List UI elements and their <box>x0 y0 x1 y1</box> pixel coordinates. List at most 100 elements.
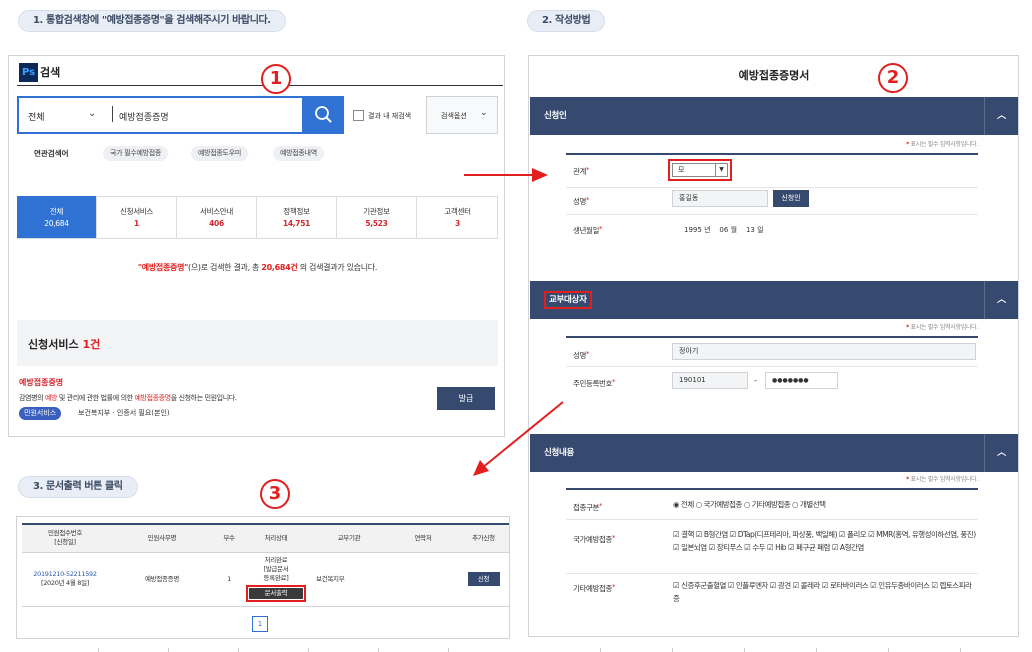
arrow-to-form-icon <box>464 168 548 182</box>
col-add: 추가신청 <box>458 523 509 553</box>
related-tag[interactable]: 예방접종도우미 <box>191 146 248 161</box>
applicant-button[interactable]: 신청인 <box>773 190 809 207</box>
divider-mark <box>672 648 673 652</box>
row-divider <box>566 187 978 188</box>
tab-service-guide[interactable]: 서비스안내 406 <box>177 196 257 238</box>
row-divider <box>566 214 978 215</box>
service-cell: 예방접종증명 <box>108 552 216 607</box>
target-name-label: 성명* <box>573 350 590 360</box>
tab-label: 기관정보 <box>363 207 390 216</box>
name-label: 성명* <box>573 196 590 206</box>
applicant-name-field[interactable]: 홍길동 <box>672 190 768 207</box>
search-options-label: 검색옵션 <box>441 112 467 120</box>
tab-count: 5,523 <box>365 219 388 228</box>
required-note: * 표시는 필수 입력사항입니다. <box>906 476 978 483</box>
tab-count: 3 <box>455 219 460 228</box>
col-agency: 교부기관 <box>310 523 388 553</box>
page-number[interactable]: 1 <box>252 616 268 632</box>
results-table: 민원접수번호 [신청일] 민원사무명 부수 처리상태 교부기관 연락처 추가신청… <box>22 523 509 607</box>
row-divider <box>566 366 978 367</box>
col-contact: 연락처 <box>388 523 458 553</box>
result-mid: (으)로 검색한 결과, 총 <box>188 263 262 272</box>
service-item-title[interactable]: 예방접종증명 <box>19 377 63 388</box>
rrn-label: 주민등록번호* <box>573 378 616 388</box>
other-checkbox-group[interactable]: ☑ 신증후군출혈열 ☑ 인플루엔자 ☑ 광견 ☑ 콜레라 ☑ 로타바이러스 ☑ … <box>673 579 977 605</box>
content-header[interactable]: 신청내용 ︿ <box>530 434 1018 472</box>
relation-select[interactable]: 모 ▼ <box>672 163 728 177</box>
related-tag[interactable]: 국가 필수예방접종 <box>103 146 169 161</box>
print-highlight: 문서출력 <box>246 585 306 602</box>
collapse-icon[interactable]: ︿ <box>984 97 1018 135</box>
search-button[interactable] <box>302 96 344 134</box>
status-text: 처리완료 [발급문서 등록완료] <box>263 556 289 582</box>
collapse-icon[interactable]: ︿ <box>984 281 1018 319</box>
title-divider <box>17 85 503 86</box>
divider-mark <box>744 648 745 652</box>
row-divider <box>566 519 978 520</box>
row-divider <box>566 573 978 574</box>
add-apply-button[interactable]: 신청 <box>467 572 500 586</box>
tab-label: 전체 <box>49 207 64 216</box>
type-label: 접종구분* <box>573 502 603 512</box>
ps-logo-icon: Ps <box>19 63 38 82</box>
receipt-cell: 20191210-52211592 [2020년 4월 8일] <box>22 552 108 607</box>
divider-mark <box>98 648 99 652</box>
tab-count: 14,751 <box>282 219 311 228</box>
rrn-back-field[interactable]: ●●●●●●● <box>765 372 838 389</box>
step2-label: 2. 작성방법 <box>527 10 606 32</box>
applicant-header[interactable]: 신청인 ︿ <box>530 97 1018 135</box>
divider-mark <box>448 648 449 652</box>
divider-mark <box>238 648 239 652</box>
rrn-front-field[interactable]: 190101 <box>672 372 748 389</box>
marker-3: 3 <box>260 479 290 509</box>
birth-label: 생년월일* <box>573 225 603 235</box>
divider-mark <box>168 648 169 652</box>
type-radio-group[interactable]: ◉ 전체 ○ 국가예방접종 ○ 기타예방접종 ○ 개별선택 <box>673 498 826 511</box>
agency-cell: 보건복지부 <box>310 552 388 607</box>
status-cell: 처리완료 [발급문서 등록완료] 문서출력 <box>242 552 310 607</box>
in-result-checkbox[interactable] <box>353 110 364 121</box>
search-options-button[interactable]: 검색옵션 ⌄ <box>426 96 498 134</box>
scope-divider <box>112 106 113 122</box>
tab-agency[interactable]: 기관정보 5,523 <box>337 196 417 238</box>
in-result-label: 결과 내 재검색 <box>368 112 412 120</box>
target-divider <box>566 336 978 338</box>
form-title: 예방접종증명서 <box>738 69 810 82</box>
receipt-link[interactable]: 20191210-52211592 <box>22 570 108 579</box>
related-label: 연관검색어 <box>34 149 69 158</box>
chevron-down-icon: ⌄ <box>480 108 488 118</box>
divider-mark <box>960 648 961 652</box>
add-cell: 신청 <box>458 552 509 607</box>
tab-all[interactable]: 전체 20,684 <box>17 196 97 238</box>
tab-policy[interactable]: 정책정보 14,751 <box>257 196 337 238</box>
contact-cell <box>388 552 458 607</box>
other-label: 기타예방접종* <box>573 583 616 593</box>
rrn-dash: - <box>754 376 757 385</box>
table-row: 20191210-52211592 [2020년 4월 8일] 예방접종증명 1 … <box>22 552 509 607</box>
divider-mark <box>600 648 601 652</box>
result-count: 20,684건 <box>261 263 298 272</box>
divider-mark <box>308 648 309 652</box>
target-header[interactable]: 교부대상자 ︿ <box>530 281 1018 319</box>
collapse-icon[interactable]: ︿ <box>984 434 1018 472</box>
service-badge: 민원서비스 <box>19 407 62 420</box>
divider-mark <box>888 648 889 652</box>
national-checkbox-group[interactable]: ☑ 결핵 ☑ B형간염 ☑ DTap(디프테리아, 파상풍, 백일해) ☑ 폴리… <box>673 528 977 554</box>
print-button[interactable]: 문서출력 <box>249 588 303 599</box>
tab-label: 서비스안내 <box>200 207 233 216</box>
target-name-field[interactable]: 정아기 <box>672 343 976 360</box>
service-meta: 보건복지부 · 인증서 필요(본인) <box>78 409 170 417</box>
content-divider <box>566 488 978 490</box>
tab-apply-service[interactable]: 신청서비스 1 <box>97 196 177 238</box>
chevron-down-icon[interactable]: ⌄ <box>88 108 96 119</box>
tab-customer-center[interactable]: 고객센터 3 <box>417 196 498 238</box>
required-note: * 표시는 필수 입력사항입니다. <box>906 324 978 331</box>
marker-2: 2 <box>878 63 908 93</box>
required-note: * 표시는 필수 입력사항입니다. <box>906 141 978 148</box>
related-tag[interactable]: 예방접종내역 <box>273 146 324 161</box>
col-status: 처리상태 <box>242 523 310 553</box>
search-input[interactable]: 예방접종증명 <box>119 110 169 123</box>
receipt-date: [2020년 4월 8일] <box>40 579 90 587</box>
tab-count: 20,684 <box>44 219 69 228</box>
search-scope-select[interactable]: 전체 <box>28 110 45 123</box>
